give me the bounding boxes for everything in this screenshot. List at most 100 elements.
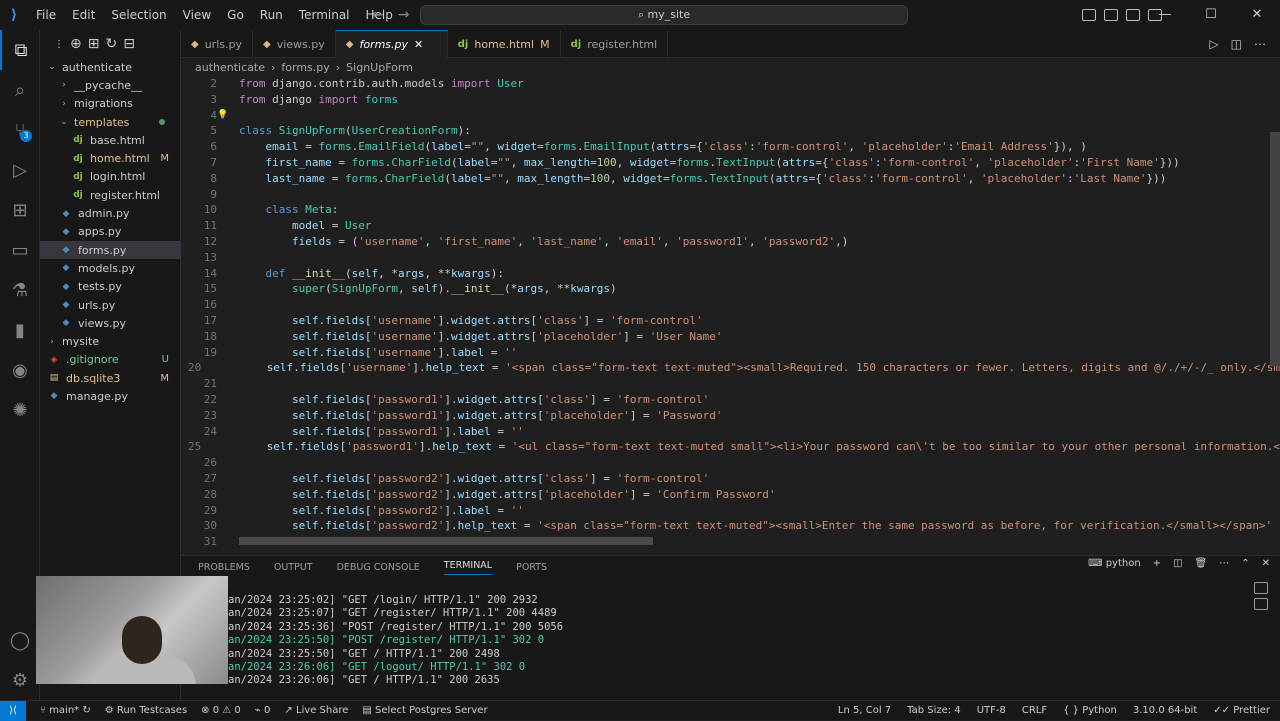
settings-gear-icon[interactable]: ⚙ xyxy=(0,660,40,700)
extension-gear-icon[interactable]: ✺ xyxy=(0,390,40,430)
panel-tab-terminal[interactable]: TERMINAL xyxy=(443,560,493,575)
tree-item[interactable]: ▤ db.sqlite3 M xyxy=(40,369,181,387)
terminal-instance-icon[interactable] xyxy=(1254,582,1268,594)
refresh-icon[interactable]: ↻ xyxy=(105,36,117,52)
tree-item[interactable]: ⌄ templates xyxy=(40,113,181,131)
more-actions-icon[interactable]: ⋯ xyxy=(1254,37,1266,51)
tree-item[interactable]: dj base.html xyxy=(40,131,181,149)
explorer-icon[interactable]: ⧉ xyxy=(0,30,40,70)
terminal-output[interactable]: an/2024 23:25:02] "GET /login/ HTTP/1.1"… xyxy=(228,594,563,688)
language-mode[interactable]: { } Python xyxy=(1063,705,1117,716)
breadcrumb-item[interactable]: authenticate xyxy=(195,61,265,74)
more-icon[interactable]: ⋯ xyxy=(1219,558,1229,569)
charts-icon[interactable]: ▮ xyxy=(0,310,40,350)
tree-item[interactable]: ◆ forms.py xyxy=(40,240,181,260)
back-arrow-icon[interactable]: ← xyxy=(372,7,384,23)
cursor-position[interactable]: Ln 5, Col 7 xyxy=(838,705,891,716)
toggle-panel-icon[interactable] xyxy=(1104,9,1118,21)
tab-urls-py[interactable]: ◆ urls.py xyxy=(181,30,253,58)
postgres-button[interactable]: ▤ Select Postgres Server xyxy=(362,705,487,716)
code-token: widget xyxy=(629,155,670,169)
live-share-button[interactable]: ↗ Live Share xyxy=(284,705,348,716)
breadcrumb-item[interactable]: forms.py xyxy=(281,61,329,74)
problems-status[interactable]: ⊗ 0 ⚠ 0 xyxy=(201,705,241,716)
extensions-icon[interactable]: ⊞ xyxy=(0,190,40,230)
tab-size[interactable]: Tab Size: 4 xyxy=(907,705,961,716)
vertical-scrollbar[interactable] xyxy=(1270,132,1280,366)
close-window-icon[interactable]: ✕ xyxy=(1234,0,1280,30)
code-token: self xyxy=(291,519,319,533)
tree-item[interactable]: dj login.html xyxy=(40,168,181,186)
tree-item[interactable]: ◆ models.py xyxy=(40,259,181,277)
tree-item[interactable]: ◆ views.py xyxy=(40,314,181,332)
horizontal-scrollbar[interactable] xyxy=(239,537,653,545)
collapse-all-icon[interactable]: ⊟ xyxy=(123,36,135,52)
menu-terminal[interactable]: Terminal xyxy=(291,0,358,30)
tree-item[interactable]: ◆ manage.py xyxy=(40,387,181,405)
tree-item[interactable]: › mysite xyxy=(40,332,181,350)
tab-forms-py[interactable]: ◆ forms.py ✕ xyxy=(335,30,448,58)
tree-item[interactable]: › __pycache__ xyxy=(40,76,181,94)
new-file-icon[interactable]: ⊕ xyxy=(70,36,82,52)
panel-tab-ports[interactable]: PORTS xyxy=(516,562,547,573)
panel-tab-debug-console[interactable]: DEBUG CONSOLE xyxy=(337,562,420,573)
menu-edit[interactable]: Edit xyxy=(64,0,103,30)
database-icon[interactable]: ◉ xyxy=(0,350,40,390)
run-debug-icon[interactable]: ▷ xyxy=(0,150,40,190)
remote-explorer-icon[interactable]: ▭ xyxy=(0,230,40,270)
ports-status[interactable]: ⌁ 0 xyxy=(255,705,271,716)
account-icon[interactable]: ◯ xyxy=(0,620,40,660)
tree-item[interactable]: › migrations xyxy=(40,95,181,113)
lightbulb-icon[interactable]: 💡 xyxy=(217,108,239,124)
forward-arrow-icon[interactable]: → xyxy=(398,7,410,23)
terminal-instance-icon[interactable] xyxy=(1254,598,1268,610)
tree-item[interactable]: dj home.html M xyxy=(40,149,181,167)
code-editor[interactable]: 2 from django.contrib.auth.models import … xyxy=(181,76,1280,545)
new-folder-icon[interactable]: ⊞ xyxy=(88,36,100,52)
menu-view[interactable]: View xyxy=(175,0,219,30)
tab-views-py[interactable]: ◆ views.py xyxy=(253,30,336,58)
minimize-icon[interactable]: — xyxy=(1142,0,1188,30)
ellipsis-icon[interactable]: ⋮ xyxy=(54,39,64,50)
tree-item[interactable]: ⌄ authenticate xyxy=(40,58,181,76)
maximize-icon[interactable]: ☐ xyxy=(1188,0,1234,30)
menu-file[interactable]: File xyxy=(28,0,64,30)
panel-tab-output[interactable]: OUTPUT xyxy=(274,562,313,573)
line-number: 23 xyxy=(203,408,217,422)
maximize-panel-icon[interactable]: ⌃ xyxy=(1241,558,1249,569)
split-terminal-icon[interactable]: ◫ xyxy=(1173,558,1182,569)
new-terminal-icon[interactable]: + xyxy=(1153,558,1161,569)
tree-item[interactable]: ◆ tests.py xyxy=(40,278,181,296)
remote-indicator-icon[interactable]: ⟩⟨ xyxy=(0,700,26,721)
command-center-search[interactable]: ⌕ my_site xyxy=(420,5,908,25)
tab-register-html[interactable]: dj register.html xyxy=(561,30,669,58)
toggle-secondary-sidebar-icon[interactable] xyxy=(1126,9,1140,21)
branch-status[interactable]: ⑂ main* ↻ xyxy=(40,705,91,716)
menu-go[interactable]: Go xyxy=(219,0,252,30)
search-icon[interactable]: ⌕ xyxy=(0,70,40,110)
close-tab-icon[interactable]: ✕ xyxy=(414,38,423,51)
tree-item[interactable]: dj register.html xyxy=(40,186,181,204)
tree-item[interactable]: ◈ .gitignore U xyxy=(40,351,181,369)
source-control-icon[interactable]: ⑂ 3 xyxy=(0,110,40,150)
tab-home-html[interactable]: dj home.html M xyxy=(448,30,561,58)
panel-tab-problems[interactable]: PROBLEMS xyxy=(198,562,250,573)
tree-item[interactable]: ◆ apps.py xyxy=(40,223,181,241)
end-of-line[interactable]: CRLF xyxy=(1022,705,1047,716)
toggle-sidebar-icon[interactable] xyxy=(1082,9,1096,21)
encoding[interactable]: UTF-8 xyxy=(977,705,1006,716)
breadcrumb-item[interactable]: SignUpForm xyxy=(346,61,413,74)
close-panel-icon[interactable]: ✕ xyxy=(1262,558,1270,569)
split-editor-icon[interactable]: ◫ xyxy=(1231,37,1242,51)
run-testcases-button[interactable]: ⚙ Run Testcases xyxy=(105,705,187,716)
testing-icon[interactable]: ⚗ xyxy=(0,270,40,310)
tree-item[interactable]: ◆ admin.py xyxy=(40,204,181,222)
python-interpreter[interactable]: 3.10.0 64-bit xyxy=(1133,705,1197,716)
menu-selection[interactable]: Selection xyxy=(103,0,174,30)
tree-item[interactable]: ◆ urls.py xyxy=(40,296,181,314)
prettier-status[interactable]: ✓✓ Prettier xyxy=(1213,705,1270,716)
terminal-shell-label[interactable]: ⌨ python xyxy=(1088,558,1141,569)
kill-terminal-icon[interactable]: 🗑 xyxy=(1195,558,1208,569)
run-python-icon[interactable]: ▷ xyxy=(1209,37,1218,51)
menu-run[interactable]: Run xyxy=(252,0,291,30)
